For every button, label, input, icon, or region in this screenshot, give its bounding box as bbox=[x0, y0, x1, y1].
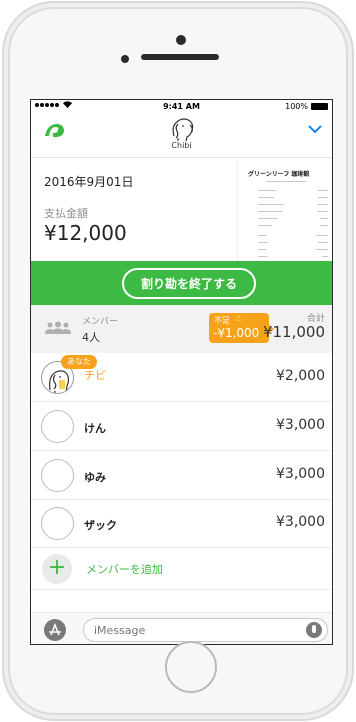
member-row[interactable]: ザック ¥3,000 bbox=[31, 499, 332, 548]
battery-percent: 100% bbox=[285, 102, 308, 111]
microphone-icon[interactable] bbox=[306, 622, 322, 638]
action-bar: 割り勘を終了する bbox=[31, 261, 332, 305]
message-bar bbox=[31, 612, 332, 644]
member-amount: ¥3,000 bbox=[276, 466, 325, 482]
payment-label: 支払金額 bbox=[44, 207, 88, 220]
member-row[interactable]: ゆみ ¥3,000 bbox=[31, 451, 332, 500]
app-title-group: Chibi bbox=[31, 116, 332, 150]
earpiece-speaker bbox=[141, 54, 219, 60]
app-store-icon[interactable] bbox=[44, 619, 66, 641]
add-member-label: メンバーを追加 bbox=[86, 563, 163, 576]
proximity-sensor bbox=[121, 55, 129, 63]
receipt-thumbnail-title: グリーンリーフ 珈琲館 bbox=[248, 171, 310, 178]
total-amount: ¥11,000 bbox=[262, 323, 325, 341]
app-header: Chibi bbox=[31, 114, 332, 158]
members-label: メンバー bbox=[82, 317, 119, 327]
add-member-button[interactable]: + メンバーを追加 bbox=[31, 546, 332, 590]
payment-amount: ¥12,000 bbox=[44, 221, 127, 245]
members-summary: メンバー 4人 不足 ⚠ -¥1,000 合計 ¥11,000 bbox=[31, 305, 332, 353]
member-row-me[interactable]: あなた チビ ¥2,000 bbox=[31, 353, 332, 402]
member-name: チビ bbox=[84, 369, 106, 382]
member-amount: ¥3,000 bbox=[276, 514, 325, 530]
end-split-button[interactable]: 割り勘を終了する bbox=[122, 268, 256, 299]
chevron-down-icon[interactable] bbox=[308, 124, 322, 134]
member-name: ザック bbox=[84, 519, 117, 532]
member-amount: ¥2,000 bbox=[276, 368, 325, 384]
member-name: けん bbox=[84, 422, 106, 435]
receipt-date: 2016年9月01日 bbox=[44, 175, 134, 189]
member-row[interactable]: けん ¥3,000 bbox=[31, 402, 332, 451]
home-button[interactable] bbox=[165, 641, 217, 693]
battery-icon bbox=[311, 103, 328, 110]
avatar bbox=[41, 507, 74, 540]
receipt-summary: 2016年9月01日 支払金額 ¥12,000 グリーンリーフ 珈琲館 bbox=[31, 158, 332, 261]
phone-frame: 9:41 AM 100% Chibi 2016年9月01日 支払金額 ¥12,0… bbox=[2, 1, 354, 721]
receipt-thumbnail[interactable]: グリーンリーフ 珈琲館 bbox=[237, 161, 332, 261]
members-count: 4人 bbox=[82, 331, 100, 344]
members-icon bbox=[45, 321, 71, 334]
shortage-badge: 不足 ⚠ -¥1,000 bbox=[209, 313, 274, 343]
status-bar: 9:41 AM 100% bbox=[31, 100, 332, 114]
app-title: Chibi bbox=[171, 141, 192, 150]
warning-icon: ⚠ bbox=[235, 314, 243, 323]
imessage-input[interactable] bbox=[83, 618, 328, 642]
front-camera bbox=[176, 35, 186, 45]
plus-icon: + bbox=[42, 554, 72, 584]
member-amount: ¥3,000 bbox=[276, 417, 325, 433]
elephant-icon bbox=[172, 118, 193, 142]
member-name: ゆみ bbox=[84, 471, 106, 484]
shortage-amount: -¥1,000 bbox=[213, 326, 260, 340]
screen: 9:41 AM 100% Chibi 2016年9月01日 支払金額 ¥12,0… bbox=[30, 99, 333, 645]
avatar bbox=[41, 410, 74, 443]
shortage-label: 不足 bbox=[214, 316, 230, 325]
avatar bbox=[41, 459, 74, 492]
